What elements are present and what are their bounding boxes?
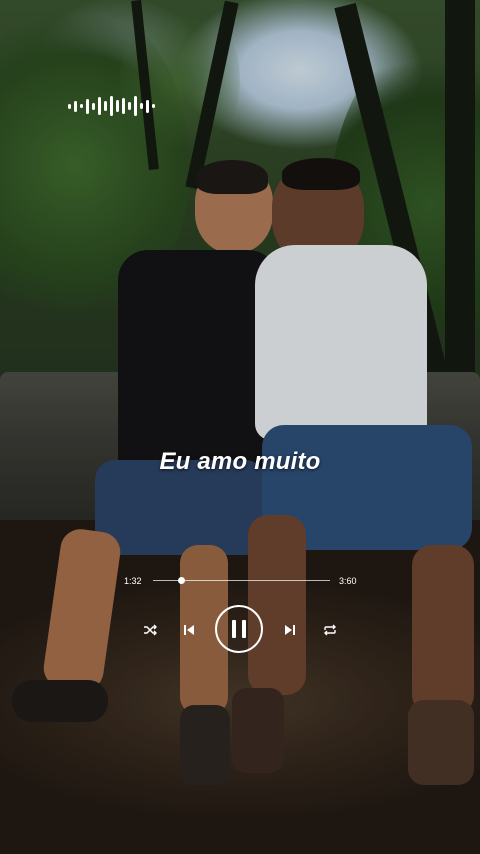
repeat-icon [324, 624, 336, 636]
play-pause-button[interactable] [215, 605, 263, 653]
previous-button[interactable] [181, 622, 197, 638]
shuffle-icon [144, 624, 157, 636]
skip-next-icon [285, 625, 295, 635]
next-button[interactable] [282, 622, 298, 638]
current-time: 1:32 [124, 576, 142, 586]
shuffle-button[interactable] [142, 622, 158, 638]
total-time: 3:60 [339, 576, 357, 586]
skip-previous-icon [184, 625, 194, 635]
pause-icon [232, 620, 236, 638]
progress-knob[interactable] [177, 577, 185, 584]
audio-waveform-icon [68, 96, 155, 116]
repeat-button[interactable] [322, 622, 338, 638]
lyric-line: Eu amo muito [159, 448, 321, 475]
background-photo [0, 0, 480, 854]
